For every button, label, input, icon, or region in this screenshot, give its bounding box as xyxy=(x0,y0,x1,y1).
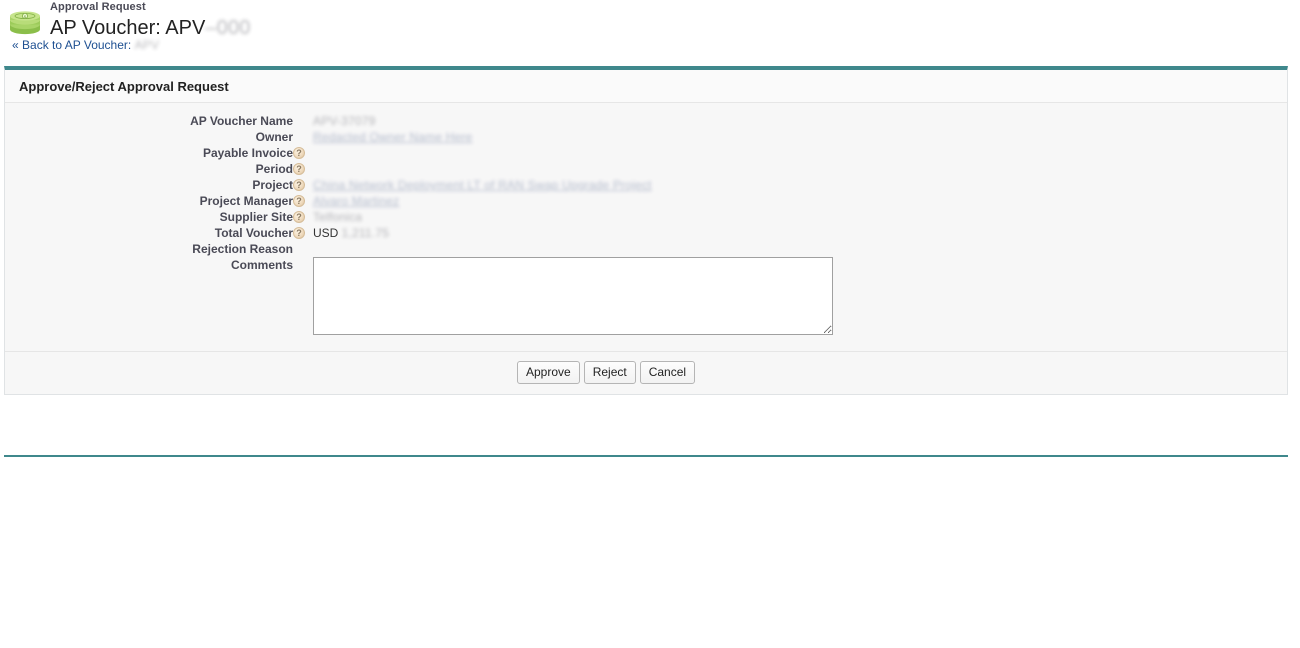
help-question-icon[interactable] xyxy=(293,195,305,207)
field-help-cell xyxy=(293,241,313,257)
back-link-label: Back to AP Voucher: xyxy=(22,38,135,52)
form-row: Rejection Reason xyxy=(5,241,1287,257)
field-value-redacted[interactable]: Alvaro Martinez xyxy=(313,193,399,209)
page-title: AP Voucher: APV–000 xyxy=(50,14,251,40)
field-label: Owner xyxy=(255,130,293,144)
page-title-redacted-value: –000 xyxy=(205,17,251,39)
field-value[interactable]: Redacted Owner Name Here xyxy=(313,129,1287,145)
field-value xyxy=(313,145,1287,161)
field-help-cell xyxy=(293,161,313,177)
field-value-prefix: USD xyxy=(313,226,342,240)
form-row: AP Voucher Name APV-37079 xyxy=(5,113,1287,129)
panel-body: AP Voucher Name APV-37079 Owner Redacted Ow… xyxy=(5,103,1287,351)
page-title-prefix: AP Voucher: APV xyxy=(50,17,206,39)
field-help-cell xyxy=(293,193,313,209)
field-value[interactable]: China Network Deployment LT of RAN Swap … xyxy=(313,177,1287,193)
comments-textarea[interactable] xyxy=(313,257,833,335)
field-value-redacted: APV-37079 xyxy=(313,114,376,128)
form-row: Supplier Site Telfonica xyxy=(5,209,1287,225)
back-link-redacted-value: APV xyxy=(134,38,160,52)
field-label: Total Voucher xyxy=(214,226,293,240)
form-row: Owner Redacted Owner Name Here xyxy=(5,129,1287,145)
help-question-icon[interactable] xyxy=(293,147,305,159)
cancel-button[interactable]: Cancel xyxy=(639,361,696,384)
field-value: Telfonica xyxy=(313,209,1287,225)
approval-detail-form: AP Voucher Name APV-37079 Owner Redacted Ow… xyxy=(5,113,1287,339)
field-help-cell xyxy=(293,113,313,129)
field-help-cell xyxy=(293,129,313,145)
field-value-redacted: Telfonica xyxy=(313,210,363,224)
reject-button[interactable]: Reject xyxy=(583,361,636,384)
page-header: $ Approval Request AP Voucher: APV–000 «… xyxy=(0,0,1300,56)
page-header-text: Approval Request AP Voucher: APV–000 xyxy=(50,0,251,40)
form-row: Total Voucher USD 1,211.75 xyxy=(5,225,1287,241)
help-question-icon[interactable] xyxy=(293,227,305,239)
help-question-icon[interactable] xyxy=(293,179,305,191)
help-question-icon[interactable] xyxy=(293,163,305,175)
field-value xyxy=(313,161,1287,177)
field-help-cell xyxy=(293,209,313,225)
action-button-bar: Approve Reject Cancel xyxy=(5,351,1287,394)
field-label: Payable Invoice xyxy=(202,146,293,160)
comments-cell xyxy=(313,257,1287,339)
form-row: Period xyxy=(5,161,1287,177)
field-label: Rejection Reason xyxy=(192,242,293,256)
form-row: Project Manager Alvaro Martinez xyxy=(5,193,1287,209)
panel-title: Approve/Reject Approval Request xyxy=(5,70,1287,103)
field-label: AP Voucher Name xyxy=(190,114,293,128)
form-row: Payable Invoice xyxy=(5,145,1287,161)
help-question-icon[interactable] xyxy=(293,211,305,223)
field-help-cell xyxy=(293,145,313,161)
field-help-cell xyxy=(293,177,313,193)
field-value[interactable]: Alvaro Martinez xyxy=(313,193,1287,209)
form-row: Project China Network Deployment LT of RA… xyxy=(5,177,1287,193)
field-value-redacted: 1,211.75 xyxy=(341,226,390,240)
money-stack-icon: $ xyxy=(8,9,46,35)
back-to-ap-voucher-link[interactable]: Back to AP Voucher: APV xyxy=(22,38,159,52)
field-value-redacted[interactable]: Redacted Owner Name Here xyxy=(313,129,473,145)
field-label: Supplier Site xyxy=(219,210,293,224)
field-value-redacted[interactable]: China Network Deployment LT of RAN Swap … xyxy=(313,177,652,193)
field-label: Project xyxy=(252,178,293,192)
back-link-row: « Back to AP Voucher: APV xyxy=(12,38,159,52)
field-help-cell xyxy=(293,225,313,241)
comments-help-cell xyxy=(293,257,313,339)
page-eyebrow: Approval Request xyxy=(50,1,146,13)
back-chevron-icon: « xyxy=(12,38,19,52)
bottom-accent-rule xyxy=(4,455,1288,457)
field-label: Project Manager xyxy=(199,194,293,208)
comments-row: Comments xyxy=(5,257,1287,339)
field-value: USD 1,211.75 xyxy=(313,225,1287,241)
field-value: APV-37079 xyxy=(313,113,1287,129)
approve-button[interactable]: Approve xyxy=(517,361,580,384)
field-label: Period xyxy=(255,162,293,176)
field-value xyxy=(313,241,1287,257)
comments-label: Comments xyxy=(230,258,293,272)
approval-request-panel: Approve/Reject Approval Request AP Vouch… xyxy=(4,66,1288,395)
